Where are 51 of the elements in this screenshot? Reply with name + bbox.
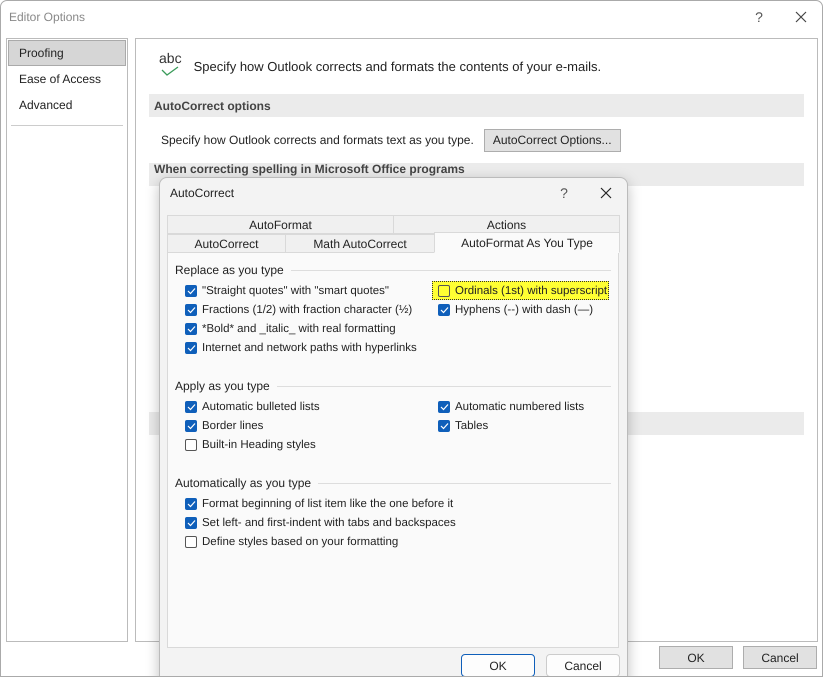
tab[interactable]: AutoFormat As You Type — [434, 232, 620, 253]
checkbox[interactable] — [438, 304, 450, 316]
checkbox-option[interactable]: Automatic numbered lists — [438, 397, 584, 416]
window-title: Editor Options — [9, 10, 86, 24]
checkbox-option[interactable]: Tables — [438, 416, 488, 435]
autocorrect-options-button[interactable]: AutoCorrect Options... — [484, 128, 621, 152]
dialog-title: AutoCorrect — [170, 186, 234, 200]
checkbox[interactable] — [185, 516, 197, 528]
checkbox-option[interactable]: Hyphens (--) with dash (—) — [438, 300, 594, 319]
checkbox[interactable] — [438, 420, 450, 432]
group-title: Apply as you type — [175, 379, 270, 393]
checkbox[interactable] — [185, 536, 197, 548]
checkbox[interactable] — [185, 438, 197, 450]
cancel-button[interactable]: Cancel — [743, 646, 817, 669]
checkbox-option[interactable]: Set left- and first-indent with tabs and backspaces — [185, 513, 456, 532]
tab[interactable]: Actions — [393, 215, 620, 234]
ok-button[interactable]: OK — [461, 654, 535, 676]
sidebar-item[interactable]: Ease of Access — [8, 66, 126, 92]
checkbox[interactable] — [185, 420, 197, 432]
checkbox-option[interactable]: "Straight quotes" with "smart quotes" — [185, 281, 389, 300]
close-icon — [600, 187, 612, 199]
description-text: Specify how Outlook corrects and formats text as you type. — [161, 133, 474, 147]
tab[interactable]: AutoFormat — [167, 215, 394, 234]
checkbox[interactable] — [438, 400, 450, 412]
checkbox-option[interactable]: Define styles based on your formatting — [185, 532, 398, 551]
checkbox-option[interactable]: Built-in Heading styles — [185, 435, 316, 454]
checkbox[interactable] — [438, 284, 450, 296]
help-button[interactable]: ? — [738, 3, 780, 31]
header-text: Specify how Outlook corrects and formats the contents of your e-mails. — [194, 59, 602, 74]
checkbox-option[interactable]: *Bold* and _italic_ with real formatting — [185, 319, 396, 338]
group-title: Replace as you type — [175, 263, 284, 277]
checkbox[interactable] — [185, 498, 197, 510]
sidebar-item[interactable]: Proofing — [8, 40, 126, 66]
checkbox-option[interactable]: Internet and network paths with hyperlinks — [185, 338, 417, 357]
checkbox[interactable] — [185, 304, 197, 316]
checkbox[interactable] — [185, 322, 197, 334]
close-icon — [795, 11, 807, 23]
tab[interactable]: AutoCorrect — [167, 234, 286, 253]
checkbox-option[interactable]: Ordinals (1st) with superscript — [432, 281, 610, 300]
checkbox-option[interactable]: Fractions (1/2) with fraction character (½) — [185, 300, 412, 319]
checkbox[interactable] — [185, 400, 197, 412]
section-header: AutoCorrect options — [149, 94, 804, 117]
checkbox-option[interactable]: Automatic bulleted lists — [185, 397, 320, 416]
checkbox-option[interactable]: Border lines — [185, 416, 264, 435]
checkbox-option[interactable]: Format beginning of list item like the one before it — [185, 494, 454, 513]
checkbox[interactable] — [185, 342, 197, 354]
cancel-button[interactable]: Cancel — [546, 654, 620, 676]
group-title: Automatically as you type — [175, 476, 312, 490]
checkbox[interactable] — [185, 284, 197, 296]
sidebar-item[interactable]: Advanced — [8, 92, 126, 118]
ok-button[interactable]: OK — [659, 646, 733, 669]
